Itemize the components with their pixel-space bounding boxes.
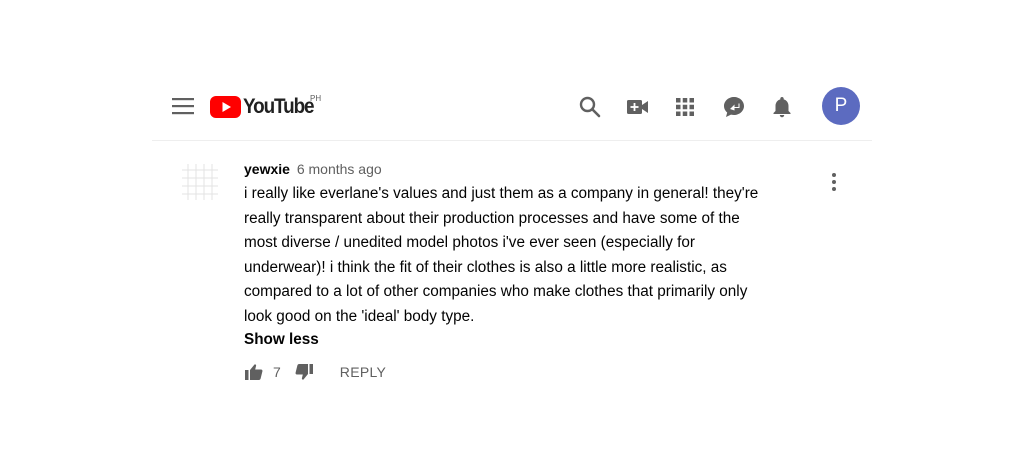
comment-line: i really like everlane's values and just… bbox=[244, 185, 759, 202]
show-less-button[interactable]: Show less bbox=[244, 329, 319, 351]
menu-icon[interactable] bbox=[172, 97, 194, 115]
comment-line: most diverse / unedited model photos i'v… bbox=[244, 234, 696, 252]
create-button[interactable] bbox=[625, 94, 651, 120]
like-button-icon[interactable] bbox=[244, 362, 264, 382]
youtube-play-icon bbox=[210, 96, 241, 118]
create-video-icon bbox=[627, 100, 648, 114]
dislike-button-icon[interactable] bbox=[294, 362, 314, 382]
header-divider bbox=[152, 140, 872, 141]
comment-line: compared to a lot of other companies who… bbox=[244, 283, 748, 301]
more-options-icon[interactable] bbox=[826, 170, 842, 194]
masthead: YouTube PH P bbox=[152, 80, 872, 136]
comment-text: i really like everlane's values and just… bbox=[244, 182, 824, 330]
comment-author[interactable]: yewxie bbox=[244, 161, 290, 177]
messages-icon bbox=[724, 97, 744, 117]
region-code: PH bbox=[310, 94, 322, 103]
comment-header: yewxie 6 months ago bbox=[244, 158, 824, 180]
youtube-logo[interactable]: YouTube bbox=[210, 92, 321, 122]
comment-timestamp[interactable]: 6 months ago bbox=[297, 161, 382, 177]
reply-button[interactable]: REPLY bbox=[340, 364, 386, 380]
search-icon bbox=[579, 96, 601, 118]
comment-line: underwear)! i think the fit of their clo… bbox=[244, 258, 727, 276]
messages-button[interactable] bbox=[721, 94, 747, 120]
notifications-button[interactable] bbox=[769, 94, 795, 120]
comment-line: look good on the 'ideal' body type. bbox=[244, 307, 475, 325]
youtube-page: YouTube PH P yewxie 6 months ago i reall… bbox=[0, 0, 1024, 463]
account-avatar[interactable]: P bbox=[822, 87, 860, 125]
logo-wordmark: YouTube bbox=[243, 95, 315, 118]
comment: yewxie 6 months ago i really like everla… bbox=[244, 158, 824, 351]
comment-actions: 7 REPLY bbox=[244, 360, 386, 384]
apps-button[interactable] bbox=[672, 94, 698, 120]
commenter-avatar[interactable] bbox=[180, 162, 220, 202]
notifications-bell-icon bbox=[773, 97, 791, 118]
apps-grid-icon bbox=[676, 98, 694, 116]
search-button[interactable] bbox=[577, 94, 603, 120]
comment-line: really transparent about their productio… bbox=[244, 209, 740, 227]
like-count: 7 bbox=[273, 364, 281, 380]
